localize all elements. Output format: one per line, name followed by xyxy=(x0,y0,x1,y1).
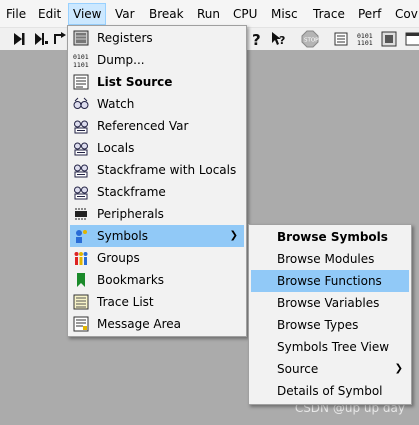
svg-text:STOP: STOP xyxy=(304,38,319,44)
locals-icon xyxy=(74,142,88,156)
svg-text:?: ? xyxy=(279,34,285,47)
menu-item-watch[interactable]: Watch xyxy=(70,93,244,115)
menu-bar: File Edit View Var Break Run CPU Misc Tr… xyxy=(0,0,419,28)
help-icon[interactable]: ? xyxy=(249,30,267,48)
menu-item-label: Browse Types xyxy=(277,318,359,332)
menu-item-label: Stackframe xyxy=(97,185,166,199)
menu-item-list-source[interactable]: List Source xyxy=(70,71,244,93)
svg-text:1101: 1101 xyxy=(357,39,373,47)
registers-icon xyxy=(73,30,89,46)
menu-item-label: Browse Functions xyxy=(277,274,382,288)
menu-item-trace-list[interactable]: Trace List xyxy=(70,291,244,313)
svg-text:?: ? xyxy=(252,31,261,48)
menu-item-label: Bookmarks xyxy=(97,273,165,287)
menu-file[interactable]: File xyxy=(2,3,30,25)
menu-item-label: Symbols xyxy=(97,229,148,243)
step-over-icon[interactable] xyxy=(32,30,50,48)
menu-item-label: List Source xyxy=(97,75,173,89)
list-icon[interactable] xyxy=(332,30,350,48)
menu-item-symbols-tree-view[interactable]: Symbols Tree View xyxy=(251,336,409,358)
symbols-icon xyxy=(76,230,87,243)
menu-item-label: Browse Symbols xyxy=(277,230,388,244)
menu-item-bookmarks[interactable]: Bookmarks xyxy=(70,269,244,291)
menu-item-label: Watch xyxy=(97,97,135,111)
menu-item-source[interactable]: Source ❯ xyxy=(251,358,409,380)
menu-item-label: Referenced Var xyxy=(97,119,189,133)
submenu-arrow-icon: ❯ xyxy=(229,230,238,241)
menu-item-browse-modules[interactable]: Browse Modules xyxy=(251,248,409,270)
binary-dump-icon[interactable]: 0101 1101 xyxy=(356,30,374,48)
menu-item-symbols[interactable]: Symbols ❯ xyxy=(70,225,244,247)
menu-item-browse-variables[interactable]: Browse Variables xyxy=(251,292,409,314)
menu-item-details-of-symbol[interactable]: Details of Symbol xyxy=(251,380,409,402)
menu-item-label: Peripherals xyxy=(97,207,164,221)
watch-icon xyxy=(73,97,89,109)
window-icon[interactable] xyxy=(404,30,419,48)
svg-text:0101: 0101 xyxy=(73,53,89,61)
menu-var[interactable]: Var xyxy=(111,3,139,25)
list-source-icon xyxy=(73,74,89,90)
menu-item-stackframe-with-locals[interactable]: Stackframe with Locals xyxy=(70,159,244,181)
stackframe-locals-icon xyxy=(74,164,88,178)
menu-misc[interactable]: Misc xyxy=(267,3,302,25)
submenu-arrow-icon: ❯ xyxy=(394,363,403,374)
menu-item-browse-functions[interactable]: Browse Functions xyxy=(251,270,409,292)
menu-cpu[interactable]: CPU xyxy=(229,3,261,25)
referenced-var-icon xyxy=(74,120,88,134)
menu-item-label: Dump... xyxy=(97,53,145,67)
trace-list-icon xyxy=(73,294,89,310)
menu-item-label: Stackframe with Locals xyxy=(97,163,237,177)
menu-item-stackframe[interactable]: Stackframe xyxy=(70,181,244,203)
menu-break[interactable]: Break xyxy=(145,3,188,25)
menu-item-label: Trace List xyxy=(97,295,154,309)
dump-icon: 0101 1101 xyxy=(73,53,89,68)
menu-item-groups[interactable]: Groups xyxy=(70,247,244,269)
menu-item-label: Registers xyxy=(97,31,153,45)
menu-item-locals[interactable]: Locals xyxy=(70,137,244,159)
menu-item-label: Locals xyxy=(97,141,135,155)
menu-item-label: Message Area xyxy=(97,317,182,331)
menu-item-browse-types[interactable]: Browse Types xyxy=(251,314,409,336)
context-help-icon[interactable]: ? xyxy=(270,30,288,48)
peripherals-icon xyxy=(75,208,87,220)
view-menu: Registers 0101 1101 Dump... List Source … xyxy=(67,25,247,337)
menu-cov[interactable]: Cov xyxy=(391,3,419,25)
menu-item-label: Source xyxy=(277,362,319,376)
symbols-submenu: Browse Symbols Browse Modules Browse Fun… xyxy=(248,224,412,405)
svg-text:1101: 1101 xyxy=(73,61,89,68)
stop-icon[interactable]: STOP xyxy=(301,30,319,48)
groups-icon xyxy=(74,252,88,265)
menu-item-label: Browse Variables xyxy=(277,296,380,310)
menu-item-label: Groups xyxy=(97,251,140,265)
message-area-icon xyxy=(73,316,89,332)
menu-trace[interactable]: Trace xyxy=(309,3,349,25)
menu-item-dump[interactable]: 0101 1101 Dump... xyxy=(70,49,244,71)
memory-icon[interactable] xyxy=(380,30,398,48)
menu-edit[interactable]: Edit xyxy=(34,3,65,25)
menu-item-referenced-var[interactable]: Referenced Var xyxy=(70,115,244,137)
menu-view[interactable]: View xyxy=(68,3,107,25)
step-icon[interactable] xyxy=(10,30,28,48)
menu-item-label: Browse Modules xyxy=(277,252,375,266)
menu-item-label: Details of Symbol xyxy=(277,384,383,398)
menu-item-message-area[interactable]: Message Area xyxy=(70,313,244,335)
menu-perf[interactable]: Perf xyxy=(354,3,385,25)
menu-item-peripherals[interactable]: Peripherals xyxy=(70,203,244,225)
menu-item-registers[interactable]: Registers xyxy=(70,27,244,49)
menu-item-browse-symbols[interactable]: Browse Symbols xyxy=(251,226,409,248)
menu-run[interactable]: Run xyxy=(193,3,224,25)
bookmarks-icon xyxy=(77,273,85,287)
menu-item-label: Symbols Tree View xyxy=(277,340,390,354)
stackframe-icon xyxy=(74,186,88,200)
